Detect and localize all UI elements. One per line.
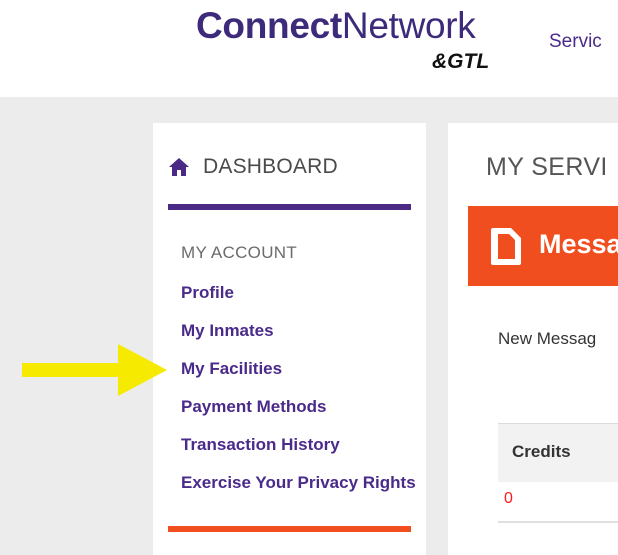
messages-banner[interactable]: Messa	[468, 206, 618, 286]
column-header-credits: Credits	[512, 442, 571, 461]
messages-banner-label: Messa	[539, 229, 618, 259]
services-panel: MY SERVI Messa New Messag Credits 0	[448, 123, 618, 555]
sidebar-item-transaction-history[interactable]: Transaction History	[181, 435, 416, 454]
arrow-right-icon	[22, 344, 167, 396]
home-icon	[169, 158, 189, 176]
document-icon	[491, 228, 521, 265]
logo-wordmark: ConnectNetwork	[196, 6, 476, 46]
account-menu: Profile My Inmates My Facilities Payment…	[181, 283, 416, 511]
sidebar-item-my-inmates[interactable]: My Inmates	[181, 321, 416, 340]
sidebar-item-payment-methods[interactable]: Payment Methods	[181, 397, 416, 416]
sidebar-divider-purple	[168, 204, 411, 210]
my-account-heading: MY ACCOUNT	[181, 243, 298, 262]
page: ConnectNetwork &GTL Servic DASHBOARD MY …	[0, 0, 618, 555]
credits-value: 0	[504, 490, 513, 507]
page-title: MY SERVI	[486, 153, 608, 181]
account-sidebar: DASHBOARD MY ACCOUNT Profile My Inmates …	[153, 123, 426, 555]
logo-primary: Connect	[196, 5, 342, 46]
connectnetwork-logo[interactable]: ConnectNetwork &GTL	[196, 6, 516, 92]
new-message-link[interactable]: New Messag	[498, 329, 596, 349]
table-row-divider	[498, 521, 618, 523]
logo-secondary: Network	[341, 5, 476, 46]
dashboard-label: DASHBOARD	[203, 155, 338, 178]
sidebar-item-my-facilities[interactable]: My Facilities	[181, 359, 416, 378]
site-header: ConnectNetwork &GTL Servic	[0, 0, 618, 97]
dashboard-link[interactable]: DASHBOARD	[169, 155, 338, 179]
credits-table-header: Credits	[498, 423, 618, 482]
content-area: DASHBOARD MY ACCOUNT Profile My Inmates …	[0, 97, 618, 555]
sidebar-item-privacy-rights[interactable]: Exercise Your Privacy Rights	[181, 473, 416, 492]
nav-item-services[interactable]: Servic	[549, 30, 602, 54]
logo-gtl: &GTL	[432, 50, 490, 73]
sidebar-item-profile[interactable]: Profile	[181, 283, 416, 302]
sidebar-divider-orange	[168, 526, 411, 532]
